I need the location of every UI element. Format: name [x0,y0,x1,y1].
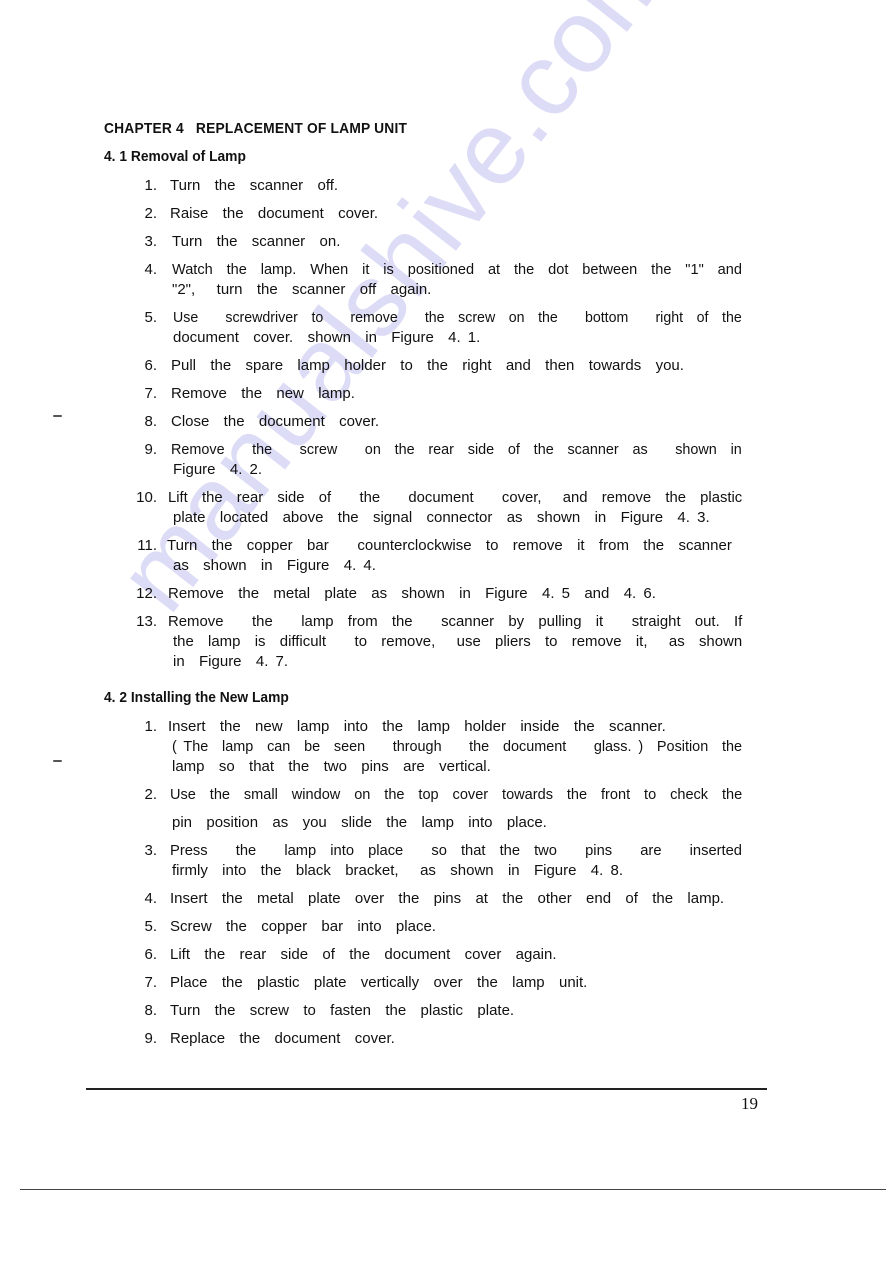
step-text-line: "2", turn the scanner off again. [172,281,432,298]
manual-page: manualshive.com CHAPTER 4 REPLACEMENT OF… [0,0,894,1263]
step-number: 5. [144,918,157,935]
step-number: 5. [144,309,157,326]
step-text-line: Raise the document cover. [170,205,379,222]
footer-rule [86,1088,767,1090]
step-number: 7. [144,974,157,991]
step-number: 8. [144,1002,157,1019]
step-text-line: Remove the screw on the rear side of the… [171,441,742,458]
margin-mark [53,760,62,762]
step-text-line: Figure 4. 2. [173,461,263,478]
step-number: 1. [144,177,157,194]
step-number: 3. [144,233,157,250]
step-text-line: plate located above the signal connector… [173,509,710,526]
step-number: 4. [144,890,157,907]
step-text-line: pin position as you slide the lamp into … [172,814,547,831]
step-text-line: Press the lamp into place so that the tw… [170,842,742,859]
step-number: 7. [144,385,157,402]
step-number: 10. [136,489,157,506]
section-title-removal: 4. 1 Removal of Lamp [104,148,246,165]
step-text-line: Lift the rear side of the document cover… [170,946,557,963]
step-number: 9. [144,1030,157,1047]
step-number: 6. [144,946,157,963]
step-text-line: Remove the new lamp. [171,385,355,402]
step-number: 11. [137,537,157,554]
section-title-installing: 4. 2 Installing the New Lamp [104,689,289,706]
step-number: 4. [144,261,157,278]
page-number: 19 [741,1094,758,1113]
step-number: 9. [144,441,157,458]
step-text-line: Turn the scanner on. [172,233,341,250]
step-text-line: Use the small window on the top cover to… [170,786,743,803]
step-text-line: as shown in Figure 4. 4. [173,557,376,574]
step-number: 8. [144,413,157,430]
step-text-line: Insert the new lamp into the lamp holder… [168,718,666,735]
step-text-line: Insert the metal plate over the pins at … [170,890,725,907]
chapter-title: CHAPTER 4 REPLACEMENT OF LAMP UNIT [104,120,408,137]
step-text-line: Lift the rear side of the document cover… [168,489,743,506]
step-number: 2. [144,205,157,222]
step-text-line: Replace the document cover. [170,1030,395,1047]
scan-edge-line [20,1189,886,1190]
step-number: 2. [144,786,157,803]
step-number: 3. [144,842,157,859]
step-text-line: Turn the screw to fasten the plastic pla… [170,1002,515,1019]
step-number: 13. [136,613,157,630]
step-text-line: Turn the copper bar counterclockwise to … [167,537,732,554]
step-text-line: Turn the scanner off. [170,177,339,194]
step-number: 6. [144,357,157,374]
step-text-line: lamp so that the two pins are vertical. [172,758,491,775]
step-text-line: ( The lamp can be seen through the docum… [172,738,743,755]
step-text-line: document cover. shown in Figure 4. 1. [173,329,481,346]
step-text-line: Remove the metal plate as shown in Figur… [168,585,656,602]
step-text-line: Screw the copper bar into place. [170,918,436,935]
step-text-line: Place the plastic plate vertically over … [170,974,588,991]
margin-mark [53,415,62,417]
step-text-line: in Figure 4. 7. [173,653,289,670]
step-text-line: Use screwdriver to remove the screw on t… [173,309,742,326]
step-text-line: Remove the lamp from the scanner by pull… [168,613,743,630]
step-text-line: Close the document cover. [171,413,380,430]
step-number: 12. [136,585,157,602]
step-text-line: the lamp is difficult to remove, use pli… [173,633,743,650]
step-text-line: firmly into the black bracket, as shown … [172,862,623,879]
step-number: 1. [144,718,157,735]
step-text-line: Pull the spare lamp holder to the right … [171,357,684,374]
step-text-line: Watch the lamp. When it is positioned at… [172,261,742,278]
